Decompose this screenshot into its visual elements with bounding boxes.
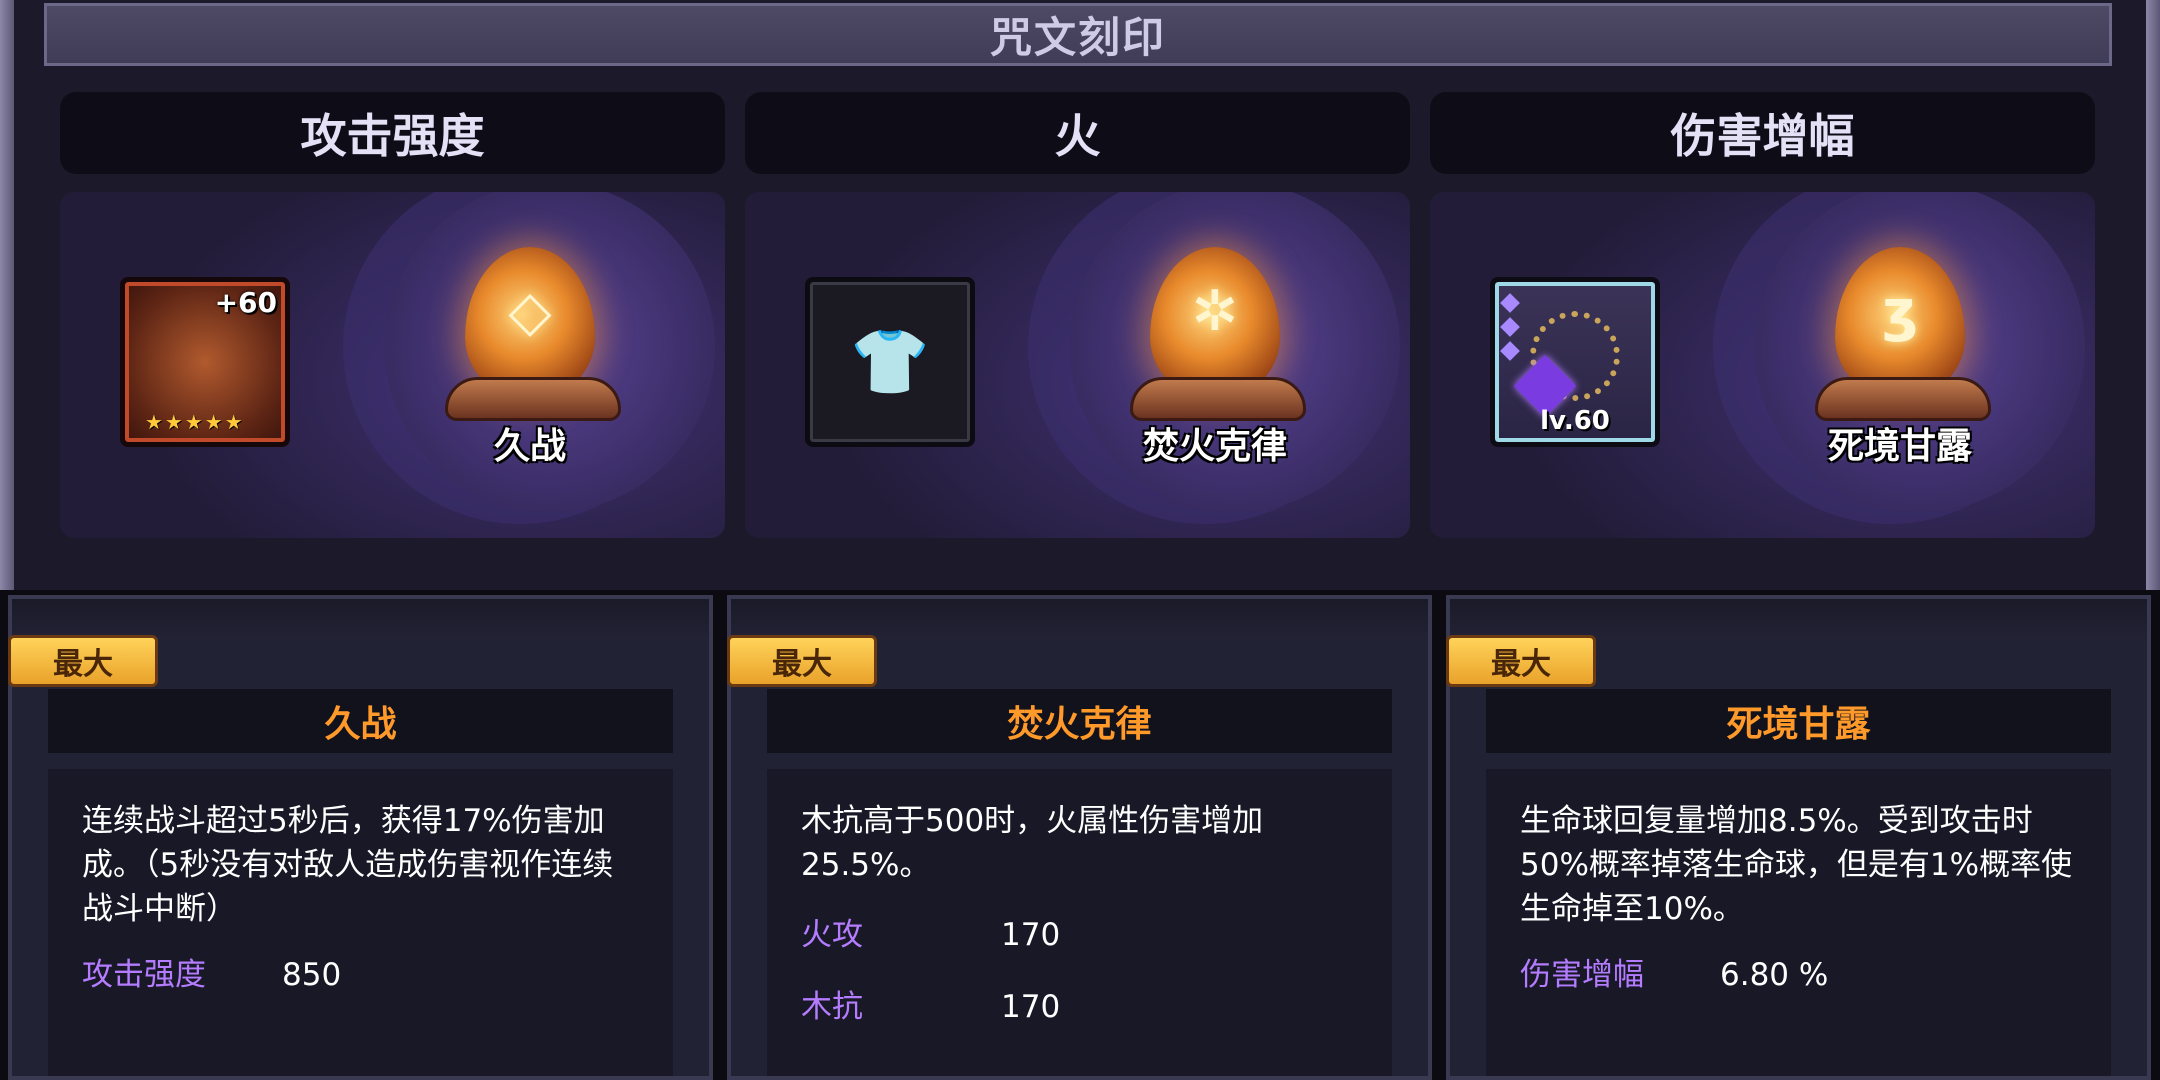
category-label: 伤害增幅 xyxy=(1670,109,1855,163)
rune-detail-card: 最大 死境甘露 生命球回复量增加8.5%。受到攻击时50%概率掉落生命球，但是有… xyxy=(1446,595,2151,1080)
card-title: 久战 xyxy=(324,704,397,745)
card-top xyxy=(12,599,709,639)
stat-row: 火攻 170 xyxy=(801,909,1060,954)
card-description-box: 连续战斗超过5秒后，获得17%伤害加成。（5秒没有对敌人造成伤害视作连续战斗中断… xyxy=(48,769,673,1076)
rune-panel-attack: 攻击强度 +60 ★★★★★ ◇ 久战 xyxy=(60,92,725,538)
max-badge: 最大 xyxy=(8,635,158,687)
badge-label: 最大 xyxy=(772,647,832,682)
stat-value: 170 xyxy=(1001,917,1061,953)
badge-label: 最大 xyxy=(53,647,113,682)
card-title: 焚火克律 xyxy=(1007,704,1152,745)
stat-value: 6.80 % xyxy=(1720,957,1829,993)
card-description: 连续战斗超过5秒后，获得17%伤害加成。（5秒没有对敌人造成伤害视作连续战斗中断… xyxy=(82,803,614,927)
stat-label: 木抗 xyxy=(801,989,863,1025)
rune-glyph: ✲ xyxy=(1191,279,1239,344)
stat-label: 攻击强度 xyxy=(82,957,206,993)
card-description-box: 木抗高于500时，火属性伤害增加25.5%。 火攻 170 木抗 170 xyxy=(767,769,1392,1076)
category-header: 伤害增幅 xyxy=(1430,92,2095,174)
category-header: 攻击强度 xyxy=(60,92,725,174)
category-header: 火 xyxy=(745,92,1410,174)
frame-left xyxy=(0,0,14,590)
stat-row: 伤害增幅 6.80 % xyxy=(1520,949,1828,994)
rune-name: 死境甘露 xyxy=(1827,426,1972,467)
card-description: 木抗高于500时，火属性伤害增加25.5%。 xyxy=(801,803,1264,883)
card-title-bar: 死境甘露 xyxy=(1486,689,2111,753)
rune-glyph: ʒ xyxy=(1882,279,1918,344)
rune-stand xyxy=(445,377,621,421)
rune-engraving-panel: 咒文刻印 攻击强度 +60 ★★★★★ ◇ 久战 火 👕 ✲ 焚火克律 伤害增幅… xyxy=(0,0,2160,590)
frame-right xyxy=(2146,0,2160,590)
card-top xyxy=(1450,599,2147,639)
stat-row: 攻击强度 850 xyxy=(82,949,341,994)
stat-value: 850 xyxy=(282,957,342,993)
rune-slot-area: lv.60 ʒ 死境甘露 xyxy=(1430,192,2095,538)
page-title: 咒文刻印 xyxy=(989,13,1166,62)
stat-label: 火攻 xyxy=(801,917,863,953)
enhance-level: +60 xyxy=(214,286,277,319)
star-icon: ★★★★★ xyxy=(145,410,245,434)
rune-glyph: ◇ xyxy=(508,279,552,344)
rune-panel-damage: 伤害增幅 lv.60 ʒ 死境甘露 xyxy=(1430,92,2095,538)
socket-gems xyxy=(1500,293,1521,368)
card-description: 生命球回复量增加8.5%。受到攻击时50%概率掉落生命球，但是有1%概率使生命掉… xyxy=(1520,803,2073,927)
card-description-box: 生命球回复量增加8.5%。受到攻击时50%概率掉落生命球，但是有1%概率使生命掉… xyxy=(1486,769,2111,1076)
stat-label: 伤害增幅 xyxy=(1520,957,1644,993)
badge-label: 最大 xyxy=(1491,647,1551,682)
armor-slot-icon: 👕 xyxy=(850,325,930,400)
rune-name: 焚火克律 xyxy=(1142,426,1287,467)
max-badge: 最大 xyxy=(727,635,877,687)
card-title-bar: 焚火克律 xyxy=(767,689,1392,753)
rune-slot-area: +60 ★★★★★ ◇ 久战 xyxy=(60,192,725,538)
rune-panel-fire: 火 👕 ✲ 焚火克律 xyxy=(745,92,1410,538)
rune-detail-card: 最大 久战 连续战斗超过5秒后，获得17%伤害加成。（5秒没有对敌人造成伤害视作… xyxy=(8,595,713,1080)
item-level: lv.60 xyxy=(1540,406,1610,436)
rune-name: 久战 xyxy=(493,426,566,467)
rune-stand xyxy=(1130,377,1306,421)
max-badge: 最大 xyxy=(1446,635,1596,687)
rune-stand xyxy=(1815,377,1991,421)
rune-slot-area: 👕 ✲ 焚火克律 xyxy=(745,192,1410,538)
equipped-necklace-slot[interactable]: lv.60 xyxy=(1490,277,1660,447)
armor-slot-empty[interactable]: 👕 xyxy=(805,277,975,447)
category-label: 火 xyxy=(1054,109,1101,163)
rune-detail-card: 最大 焚火克律 木抗高于500时，火属性伤害增加25.5%。 火攻 170 木抗 1… xyxy=(727,595,1432,1080)
category-label: 攻击强度 xyxy=(300,109,485,163)
card-title-bar: 久战 xyxy=(48,689,673,753)
title-bar: 咒文刻印 xyxy=(44,3,2112,66)
card-top xyxy=(731,599,1428,639)
equipped-weapon-slot[interactable]: +60 ★★★★★ xyxy=(120,277,290,447)
stat-row: 木抗 170 xyxy=(801,981,1060,1026)
stat-value: 170 xyxy=(1001,989,1061,1025)
card-title: 死境甘露 xyxy=(1726,704,1871,745)
